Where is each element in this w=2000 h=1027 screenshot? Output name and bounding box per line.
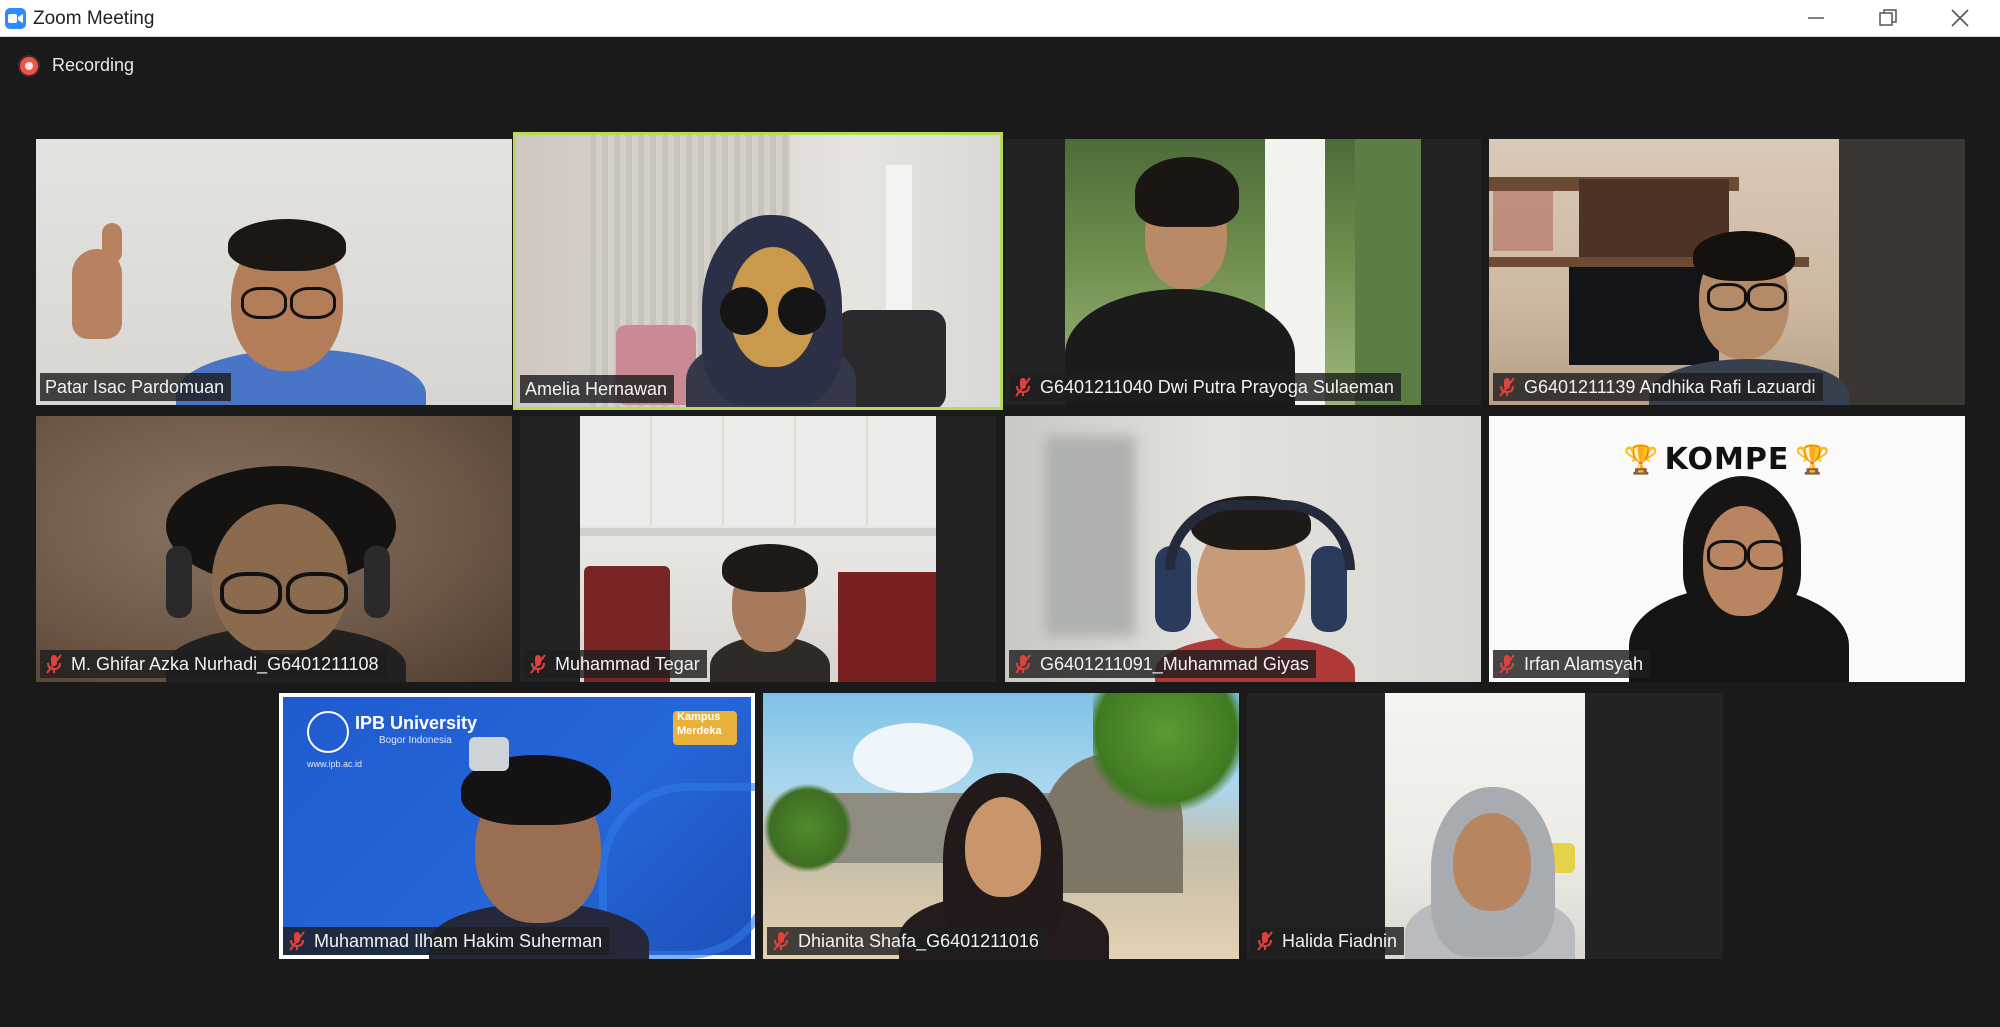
close-button[interactable] [1924, 0, 1996, 36]
participant-tile[interactable]: G6401211139 Andhika Rafi Lazuardi [1489, 139, 1965, 405]
zoom-camera-icon [5, 8, 26, 29]
participant-video [580, 416, 936, 682]
meeting-area: Recording Patar Isac Pardomuan Amelia He… [0, 37, 2000, 1027]
muted-mic-icon [1014, 653, 1032, 675]
muted-mic-icon [288, 930, 306, 952]
participant-name-label: Irfan Alamsyah [1493, 650, 1651, 678]
minimize-button[interactable] [1780, 0, 1852, 36]
participant-name-label: Dhianita Shafa_G6401211016 [767, 927, 1046, 955]
participant-video: IPB University Bogor Indonesia www.ipb.a… [279, 693, 755, 959]
participant-name-label: G6401211040 Dwi Putra Prayoga Sulaeman [1009, 373, 1401, 401]
muted-mic-icon [772, 930, 790, 952]
participant-tile[interactable]: IPB University Bogor Indonesia www.ipb.a… [279, 693, 755, 959]
participant-tile[interactable]: M. Ghifar Azka Nurhadi_G6401211108 [36, 416, 512, 682]
restore-button[interactable] [1852, 0, 1924, 36]
window-title: Zoom Meeting [33, 8, 155, 29]
minimize-icon [1808, 17, 1824, 19]
participant-video [516, 135, 1000, 407]
participant-name-label: Muhammad Tegar [524, 650, 707, 678]
participant-name-label: Amelia Hernawan [520, 375, 675, 403]
participant-video [1005, 416, 1481, 682]
participant-video [1385, 693, 1585, 959]
participant-tile[interactable]: Muhammad Tegar [520, 416, 996, 682]
participant-tile[interactable]: Halida Fiadnin [1247, 693, 1723, 959]
virtual-background-banner: 🏆 KOMPE 🏆 [1623, 442, 1831, 477]
participant-tile[interactable]: G6401211040 Dwi Putra Prayoga Sulaeman [1005, 139, 1481, 405]
participant-tile[interactable]: Patar Isac Pardomuan [36, 139, 512, 405]
trophy-icon: 🏆 [1623, 444, 1659, 475]
ipb-logo [307, 711, 349, 753]
participant-tile[interactable]: Dhianita Shafa_G6401211016 [763, 693, 1239, 959]
participant-tile-active-speaker[interactable]: Amelia Hernawan [513, 132, 1003, 410]
trophy-icon: 🏆 [1795, 444, 1831, 475]
muted-mic-icon [1498, 376, 1516, 398]
participant-name-label: G6401211091_Muhammad Giyas [1009, 650, 1316, 678]
muted-mic-icon [1498, 653, 1516, 675]
participant-name-label: Patar Isac Pardomuan [40, 373, 232, 401]
participant-video [36, 139, 512, 405]
participant-name-label: Halida Fiadnin [1251, 927, 1405, 955]
participant-name-label: Muhammad Ilham Hakim Suherman [283, 927, 610, 955]
participant-video [763, 693, 1239, 959]
muted-mic-icon [45, 653, 63, 675]
participant-video [1065, 139, 1421, 405]
participant-name-label: G6401211139 Andhika Rafi Lazuardi [1493, 373, 1823, 401]
muted-mic-icon [529, 653, 547, 675]
participant-tile[interactable]: G6401211091_Muhammad Giyas [1005, 416, 1481, 682]
recording-indicator[interactable]: Recording [20, 55, 134, 76]
participant-video: 🏆 KOMPE 🏆 [1489, 416, 1965, 682]
participant-name-label: M. Ghifar Azka Nurhadi_G6401211108 [40, 650, 386, 678]
restore-icon [1879, 9, 1897, 26]
close-icon [1951, 9, 1969, 27]
title-bar: Zoom Meeting [0, 0, 2000, 37]
recording-icon [20, 56, 38, 75]
muted-mic-icon [1256, 930, 1274, 952]
participant-video [1489, 139, 1965, 405]
muted-mic-icon [1014, 376, 1032, 398]
recording-label: Recording [52, 55, 135, 75]
participant-tile[interactable]: 🏆 KOMPE 🏆 Irfan Alamsyah [1489, 416, 1965, 682]
participant-video [36, 416, 512, 682]
